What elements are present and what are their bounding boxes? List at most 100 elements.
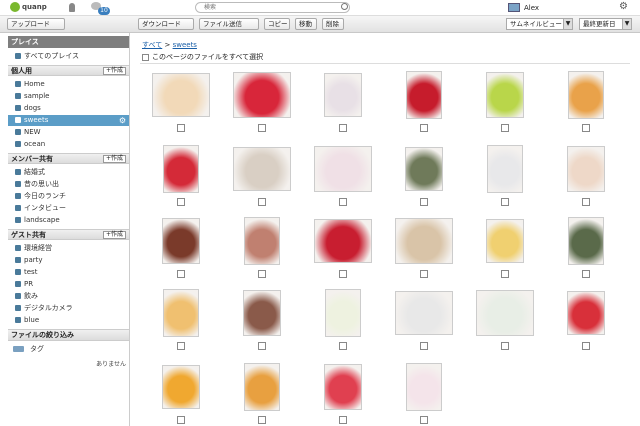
photo-thumbnail[interactable]	[395, 218, 453, 264]
notification-badge[interactable]: 10	[98, 7, 110, 15]
sidebar-item-member[interactable]: インタビュー	[8, 203, 129, 214]
photo-thumbnail[interactable]	[163, 145, 199, 193]
thumbnail-checkbox[interactable]	[501, 270, 509, 278]
sidebar-item-guest[interactable]: PR	[8, 279, 129, 290]
download-button[interactable]: ダウンロード	[138, 18, 194, 30]
photo-thumbnail[interactable]	[487, 145, 523, 193]
thumbnail-checkbox[interactable]	[420, 342, 428, 350]
sidebar-item-sample[interactable]: sample	[8, 91, 129, 102]
photo-thumbnail[interactable]	[486, 219, 524, 263]
delete-button[interactable]: 削除	[322, 18, 344, 30]
thumbnail-checkbox[interactable]	[177, 416, 185, 424]
thumbnail-checkbox[interactable]	[582, 124, 590, 132]
avatar[interactable]	[508, 3, 520, 12]
thumbnail-checkbox[interactable]	[582, 270, 590, 278]
photo-thumbnail[interactable]	[567, 146, 605, 192]
photo-thumbnail[interactable]	[567, 291, 605, 335]
thumbnail-checkbox[interactable]	[258, 198, 266, 206]
thumbnail-checkbox[interactable]	[177, 124, 185, 132]
thumbnail-checkbox[interactable]	[339, 416, 347, 424]
thumbnail-checkbox[interactable]	[339, 124, 347, 132]
thumbnail-checkbox[interactable]	[339, 198, 347, 206]
sidebar-item-tag[interactable]: タグ	[8, 344, 129, 355]
gear-icon[interactable]: ⚙	[119, 115, 126, 126]
sort-select[interactable]: 最終更新日 ▼	[579, 18, 632, 30]
photo-thumbnail[interactable]	[486, 72, 524, 118]
photo-thumbnail[interactable]	[324, 73, 362, 117]
sidebar-item-home[interactable]: Home	[8, 79, 129, 90]
sidebar-item-member[interactable]: 昔の思い出	[8, 179, 129, 190]
photo-thumbnail[interactable]	[244, 217, 280, 265]
thumbnail-checkbox[interactable]	[420, 124, 428, 132]
photo-thumbnail[interactable]	[324, 364, 362, 410]
upload-button[interactable]: アップロード	[7, 18, 65, 30]
sidebar-item-guest[interactable]: 環境経営	[8, 243, 129, 254]
search-icon[interactable]	[341, 3, 348, 10]
send-file-button[interactable]: ファイル送信	[199, 18, 259, 30]
thumbnail-checkbox[interactable]	[582, 342, 590, 350]
thumbnail-checkbox[interactable]	[177, 342, 185, 350]
filter-header[interactable]: ファイルの絞り込み	[8, 329, 129, 341]
create-button[interactable]: +作成	[102, 231, 126, 239]
photo-thumbnail[interactable]	[406, 363, 442, 411]
sidebar-item-ocean[interactable]: ocean	[8, 139, 129, 150]
select-all-checkbox[interactable]	[142, 53, 149, 61]
photo-thumbnail[interactable]	[233, 147, 291, 191]
quanp-logo-icon[interactable]	[10, 2, 20, 12]
sidebar-item-member[interactable]: landscape	[8, 215, 129, 226]
sidebar-item-dogs[interactable]: dogs	[8, 103, 129, 114]
photo-thumbnail[interactable]	[243, 290, 281, 336]
photo-thumbnail[interactable]	[244, 363, 280, 411]
thumbnail-checkbox[interactable]	[501, 342, 509, 350]
sidebar-item-guest[interactable]: test	[8, 267, 129, 278]
sidebar-item-all-places[interactable]: すべてのプレイス	[8, 51, 129, 62]
photo-thumbnail[interactable]	[163, 289, 199, 337]
sidebar-item-guest[interactable]: デジタルカメラ	[8, 303, 129, 314]
sidebar-item-new[interactable]: NEW	[8, 127, 129, 138]
thumbnail-checkbox[interactable]	[258, 342, 266, 350]
photo-thumbnail[interactable]	[568, 217, 604, 265]
photo-thumbnail[interactable]	[152, 73, 210, 117]
user-icon[interactable]	[69, 3, 75, 12]
photo-thumbnail[interactable]	[406, 71, 442, 119]
copy-button[interactable]: コピー	[264, 18, 290, 30]
thumbnail-checkbox[interactable]	[339, 270, 347, 278]
sidebar-item-member[interactable]: 結婚式	[8, 167, 129, 178]
move-button[interactable]: 移動	[295, 18, 317, 30]
thumbnail-checkbox[interactable]	[420, 416, 428, 424]
section-member[interactable]: メンバー共有 +作成	[8, 153, 129, 164]
search-input[interactable]	[195, 2, 350, 13]
thumbnail-checkbox[interactable]	[258, 416, 266, 424]
sidebar-item-member[interactable]: 今日のランチ	[8, 191, 129, 202]
sidebar-item-sweets[interactable]: sweets ⚙	[8, 115, 129, 126]
section-personal[interactable]: 個人用 +作成	[8, 65, 129, 76]
section-guest[interactable]: ゲスト共有 +作成	[8, 229, 129, 240]
photo-thumbnail[interactable]	[325, 289, 361, 337]
sidebar-item-guest[interactable]: blue	[8, 315, 129, 326]
thumbnail-checkbox[interactable]	[582, 198, 590, 206]
photo-thumbnail[interactable]	[314, 146, 372, 192]
thumbnail-checkbox[interactable]	[420, 270, 428, 278]
thumbnail-checkbox[interactable]	[258, 124, 266, 132]
thumbnail-checkbox[interactable]	[339, 342, 347, 350]
photo-thumbnail[interactable]	[395, 291, 453, 335]
thumbnail-checkbox[interactable]	[258, 270, 266, 278]
thumbnail-checkbox[interactable]	[177, 270, 185, 278]
photo-thumbnail[interactable]	[568, 71, 604, 119]
photo-thumbnail[interactable]	[162, 218, 200, 264]
view-select[interactable]: サムネイルビュー ▼	[506, 18, 573, 30]
photo-thumbnail[interactable]	[314, 219, 372, 263]
user-name[interactable]: Alex	[524, 4, 539, 12]
create-button[interactable]: +作成	[102, 155, 126, 163]
photo-thumbnail[interactable]	[162, 365, 200, 409]
thumbnail-checkbox[interactable]	[420, 198, 428, 206]
thumbnail-checkbox[interactable]	[177, 198, 185, 206]
sidebar-item-guest[interactable]: 飲み	[8, 291, 129, 302]
thumbnail-checkbox[interactable]	[501, 124, 509, 132]
logo-text[interactable]: quanp	[22, 3, 47, 11]
gear-icon[interactable]: ⚙	[619, 2, 628, 12]
sidebar-item-guest[interactable]: party	[8, 255, 129, 266]
photo-thumbnail[interactable]	[233, 72, 291, 118]
select-all-row[interactable]: このページのファイルをすべて選択	[142, 52, 263, 62]
photo-thumbnail[interactable]	[476, 290, 534, 336]
